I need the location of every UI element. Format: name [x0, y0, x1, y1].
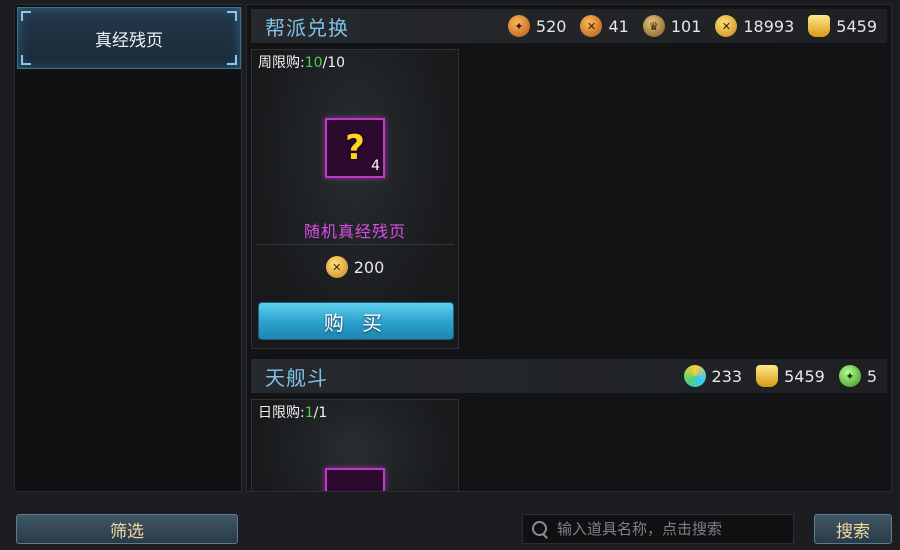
section-title: 帮派兑换 — [265, 15, 349, 40]
limit-total: /10 — [322, 55, 346, 71]
gold-coin-icon: ✕ — [715, 15, 738, 37]
corner-ornament — [227, 11, 237, 21]
shop-item-card[interactable]: 周限购:10/10 ? 4 随机真经残页 ✕ 200 购 买 — [251, 49, 459, 349]
currency-gold-ingot: 5459 — [808, 15, 877, 37]
currency-jade-coin: ✦ 5 — [838, 365, 877, 387]
currency-gang-badge: ✕ 41 — [580, 15, 629, 37]
item-price: ✕ 200 — [252, 256, 458, 278]
limit-current: 10 — [304, 55, 323, 71]
corner-ornament — [227, 55, 237, 65]
currency-value: 520 — [535, 16, 567, 36]
section-header-gang-exchange: 帮派兑换 ✦ 520 ✕ 41 ♛ 101 ✕ 18993 5459 — [251, 9, 887, 43]
gang-token-icon: ♛ — [642, 15, 665, 37]
section-title: 天舰斗 — [265, 365, 328, 390]
currency-value: 5459 — [836, 16, 877, 36]
currency-gang-token: ♛ 101 — [642, 15, 702, 37]
search-icon — [531, 520, 549, 538]
arena-medal-icon — [683, 365, 706, 387]
limit-prefix: 周限购: — [258, 55, 305, 71]
divider — [256, 244, 454, 245]
currency-value: 41 — [608, 16, 629, 36]
mystery-scroll-icon: ? — [345, 128, 365, 168]
purchase-limit: 周限购:10/10 — [258, 52, 345, 72]
gold-ingot-icon — [808, 15, 831, 37]
filter-button[interactable]: 筛选 — [16, 514, 238, 544]
search-input[interactable] — [557, 520, 793, 538]
limit-prefix: 日限购: — [258, 405, 305, 421]
price-value: 200 — [353, 257, 385, 277]
currency-gang-contribution: ✦ 520 — [507, 15, 567, 37]
shop-item-card[interactable]: 日限购:1/1 — [251, 399, 459, 492]
sidebar-item-label: 真经残页 — [95, 30, 163, 51]
search-box[interactable] — [522, 514, 794, 544]
currency-arena-medal: 233 — [683, 365, 743, 387]
gold-ingot-icon — [756, 365, 779, 387]
sidebar-item-zhenjing-canye[interactable]: 真经残页 — [17, 7, 241, 69]
gang-contribution-icon: ✦ — [507, 15, 530, 37]
section-header-tianjiandou: 天舰斗 233 5459 ✦ 5 — [251, 359, 887, 393]
currency-value: 233 — [711, 366, 743, 386]
currency-bar: ✦ 520 ✕ 41 ♛ 101 ✕ 18993 5459 — [507, 15, 877, 37]
search-button[interactable]: 搜索 — [814, 514, 892, 544]
item-icon — [342, 491, 368, 492]
currency-gold-coin: ✕ 18993 — [715, 15, 794, 37]
category-sidebar: 真经残页 — [14, 4, 242, 492]
corner-ornament — [21, 11, 31, 21]
currency-bar: 233 5459 ✦ 5 — [683, 365, 877, 387]
currency-value: 5459 — [784, 366, 825, 386]
gold-coin-icon: ✕ — [325, 256, 348, 278]
purchase-limit: 日限购:1/1 — [258, 402, 327, 422]
currency-value: 5 — [866, 366, 877, 386]
currency-value: 18993 — [743, 16, 795, 36]
currency-gold-ingot: 5459 — [756, 365, 825, 387]
limit-total: /1 — [313, 405, 328, 421]
item-slot[interactable] — [325, 468, 385, 492]
item-name: 随机真经残页 — [303, 222, 406, 241]
currency-value: 101 — [670, 16, 702, 36]
item-count: 4 — [371, 158, 380, 174]
limit-current: 1 — [304, 405, 314, 421]
jade-coin-icon: ✦ — [838, 365, 861, 387]
corner-ornament — [21, 55, 31, 65]
gang-badge-icon: ✕ — [580, 15, 603, 37]
shop-panel[interactable]: 帮派兑换 ✦ 520 ✕ 41 ♛ 101 ✕ 18993 5459 周限购:1… — [246, 4, 892, 492]
item-slot[interactable]: ? 4 — [325, 118, 385, 178]
buy-button[interactable]: 购 买 — [258, 302, 454, 340]
